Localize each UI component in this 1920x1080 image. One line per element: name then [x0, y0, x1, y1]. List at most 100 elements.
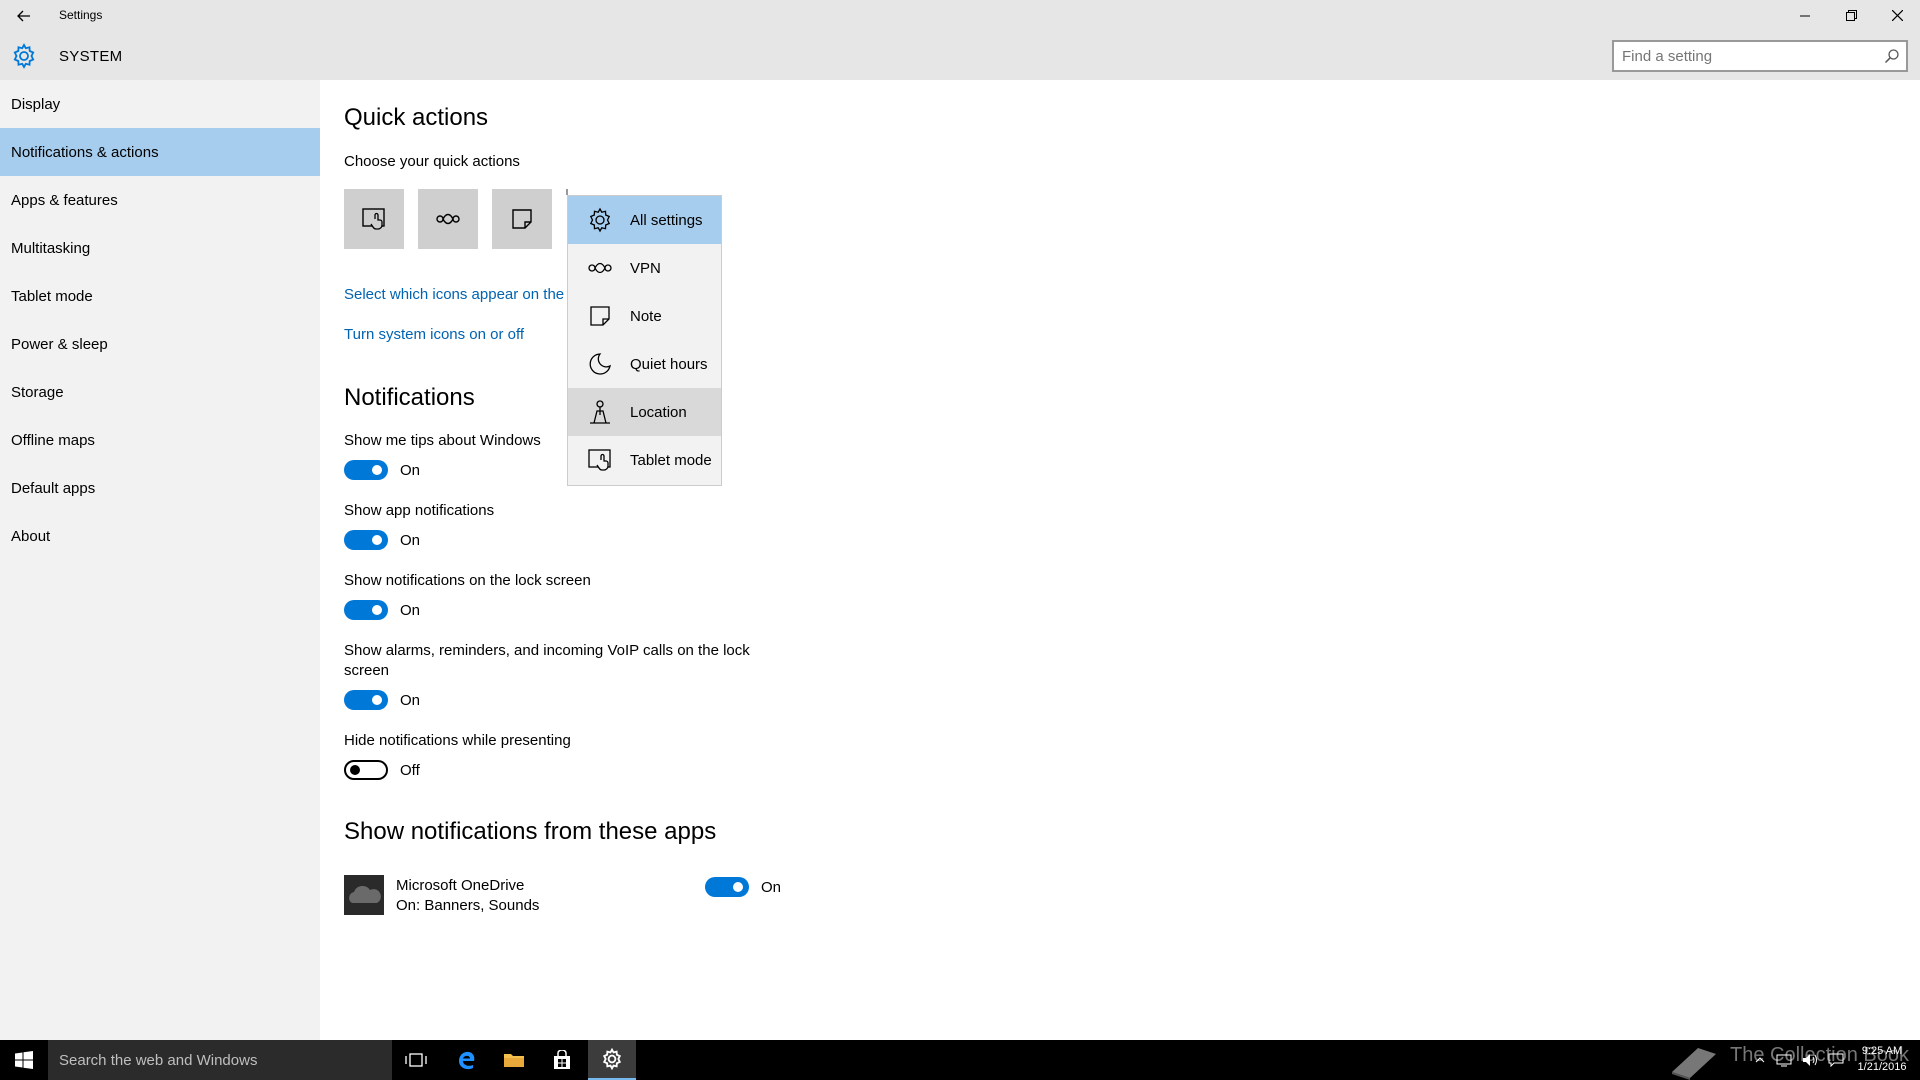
toggle-state-lock-screen: On	[400, 602, 421, 619]
picker-item-label: Note	[630, 307, 662, 325]
toggle-state-presenting: Off	[400, 762, 420, 779]
quick-action-tile-tablet-mode[interactable]	[344, 189, 404, 249]
task-view-icon	[405, 1053, 427, 1067]
edge-icon	[459, 1051, 475, 1070]
quick-action-tile-note[interactable]	[492, 189, 552, 249]
note-icon	[512, 209, 532, 229]
toggle-presenting[interactable]	[344, 760, 388, 780]
taskbar-search-placeholder: Search the web and Windows	[59, 1051, 258, 1069]
sidebar-item-power-sleep[interactable]: Power & sleep	[0, 320, 320, 368]
speaker-icon	[1803, 1054, 1817, 1066]
toggle-knob	[350, 765, 360, 775]
quick-actions-subtitle: Choose your quick actions	[344, 153, 520, 170]
select-icons-link[interactable]: Select which icons appear on the	[344, 286, 564, 303]
tablet-mode-icon	[362, 208, 385, 230]
quick-action-tile-vpn[interactable]	[418, 189, 478, 249]
sidebar-item-about[interactable]: About	[0, 512, 320, 560]
quick-action-picker: All settings VPN Note Quiet hours Locati…	[567, 195, 722, 486]
sidebar: Display Notifications & actions Apps & f…	[0, 80, 320, 1040]
section-title: SYSTEM	[59, 48, 123, 65]
sidebar-item-label: Offline maps	[11, 431, 95, 449]
vpn-icon	[436, 213, 460, 225]
file-explorer-button[interactable]	[490, 1040, 538, 1080]
folder-icon	[504, 1054, 524, 1067]
minimize-icon	[1800, 15, 1810, 16]
toggle-state-onedrive: On	[761, 879, 782, 896]
toggle-knob	[372, 535, 382, 545]
sidebar-item-storage[interactable]: Storage	[0, 368, 320, 416]
sidebar-item-multitasking[interactable]: Multitasking	[0, 224, 320, 272]
setting-label-tips: Show me tips about Windows	[344, 432, 541, 449]
tablet-mode-icon	[588, 449, 611, 471]
toggle-tips[interactable]	[344, 460, 388, 480]
taskbar: Search the web and Windows The Collectio…	[0, 1040, 1920, 1080]
find-setting-search[interactable]	[1612, 40, 1908, 72]
sidebar-item-label: Power & sleep	[11, 335, 108, 353]
cloud-icon	[349, 885, 381, 903]
picker-item-tablet-mode[interactable]: Tablet mode	[568, 436, 721, 484]
action-center-icon	[1828, 1053, 1844, 1067]
gear-icon	[13, 43, 35, 69]
sidebar-item-label: Default apps	[11, 479, 96, 497]
back-button[interactable]	[10, 4, 38, 28]
tray-overflow-button[interactable]	[1750, 1040, 1770, 1080]
sidebar-item-offline-maps[interactable]: Offline maps	[0, 416, 320, 464]
toggle-state-app-notifications: On	[400, 532, 421, 549]
toggle-knob	[733, 882, 743, 892]
taskbar-clock[interactable]: 9:25 AM 1/21/2016	[1852, 1043, 1912, 1075]
apps-notifications-heading: Show notifications from these apps	[344, 818, 717, 845]
toggle-lock-screen[interactable]	[344, 600, 388, 620]
restore-button[interactable]	[1828, 0, 1874, 31]
search-input[interactable]	[1614, 42, 1864, 70]
picker-item-quiet-hours[interactable]: Quiet hours	[568, 340, 721, 388]
vpn-icon	[588, 262, 612, 274]
setting-label-alarms-line2: screen	[344, 662, 390, 679]
sidebar-item-display[interactable]: Display	[0, 80, 320, 128]
toggle-onedrive[interactable]	[705, 877, 749, 897]
minimize-button[interactable]	[1782, 0, 1828, 31]
moon-icon	[589, 353, 611, 375]
close-icon	[1891, 10, 1903, 21]
app-detail-onedrive: On: Banners, Sounds	[396, 897, 540, 914]
system-icons-link[interactable]: Turn system icons on or off	[344, 326, 524, 343]
notifications-heading: Notifications	[344, 384, 475, 411]
close-button[interactable]	[1874, 0, 1920, 31]
picker-item-all-settings[interactable]: All settings	[568, 196, 721, 244]
main-content: Quick actions Choose your quick actions …	[320, 80, 1920, 1040]
toggle-app-notifications[interactable]	[344, 530, 388, 550]
picker-item-label: Location	[630, 403, 687, 421]
windows-logo-icon	[15, 1051, 33, 1069]
sidebar-item-label: About	[11, 527, 51, 545]
picker-item-vpn[interactable]: VPN	[568, 244, 721, 292]
toggle-alarms[interactable]	[344, 690, 388, 710]
picker-item-label: VPN	[630, 259, 661, 277]
setting-label-presenting: Hide notifications while presenting	[344, 732, 571, 749]
chevron-up-icon	[1755, 1057, 1765, 1063]
taskbar-search-box[interactable]: Search the web and Windows	[48, 1040, 392, 1080]
task-view-button[interactable]	[392, 1040, 440, 1080]
sidebar-item-default-apps[interactable]: Default apps	[0, 464, 320, 512]
picker-item-label: All settings	[630, 211, 703, 229]
sidebar-item-tablet-mode[interactable]: Tablet mode	[0, 272, 320, 320]
store-bag-icon	[554, 1050, 570, 1069]
book-logo-icon	[1672, 1048, 1716, 1080]
store-button[interactable]	[538, 1040, 586, 1080]
sidebar-item-apps[interactable]: Apps & features	[0, 176, 320, 224]
setting-label-app-notifications: Show app notifications	[344, 502, 495, 519]
edge-browser-button[interactable]	[442, 1040, 490, 1080]
sidebar-item-label: Multitasking	[11, 239, 91, 257]
back-arrow-icon	[17, 10, 30, 22]
sidebar-item-notifications[interactable]: Notifications & actions	[0, 128, 320, 176]
location-icon	[590, 400, 610, 424]
settings-taskbar-button[interactable]	[588, 1040, 636, 1080]
picker-item-location[interactable]: Location	[568, 388, 721, 436]
sidebar-item-label: Apps & features	[11, 191, 118, 209]
tray-volume[interactable]	[1798, 1040, 1822, 1080]
tray-network[interactable]	[1772, 1040, 1796, 1080]
picker-item-note[interactable]: Note	[568, 292, 721, 340]
search-icon[interactable]	[1884, 48, 1900, 64]
app-name-onedrive: Microsoft OneDrive	[396, 877, 525, 894]
sidebar-item-label: Storage	[11, 383, 64, 401]
start-button[interactable]	[0, 1040, 48, 1080]
tray-action-center[interactable]	[1824, 1040, 1848, 1080]
